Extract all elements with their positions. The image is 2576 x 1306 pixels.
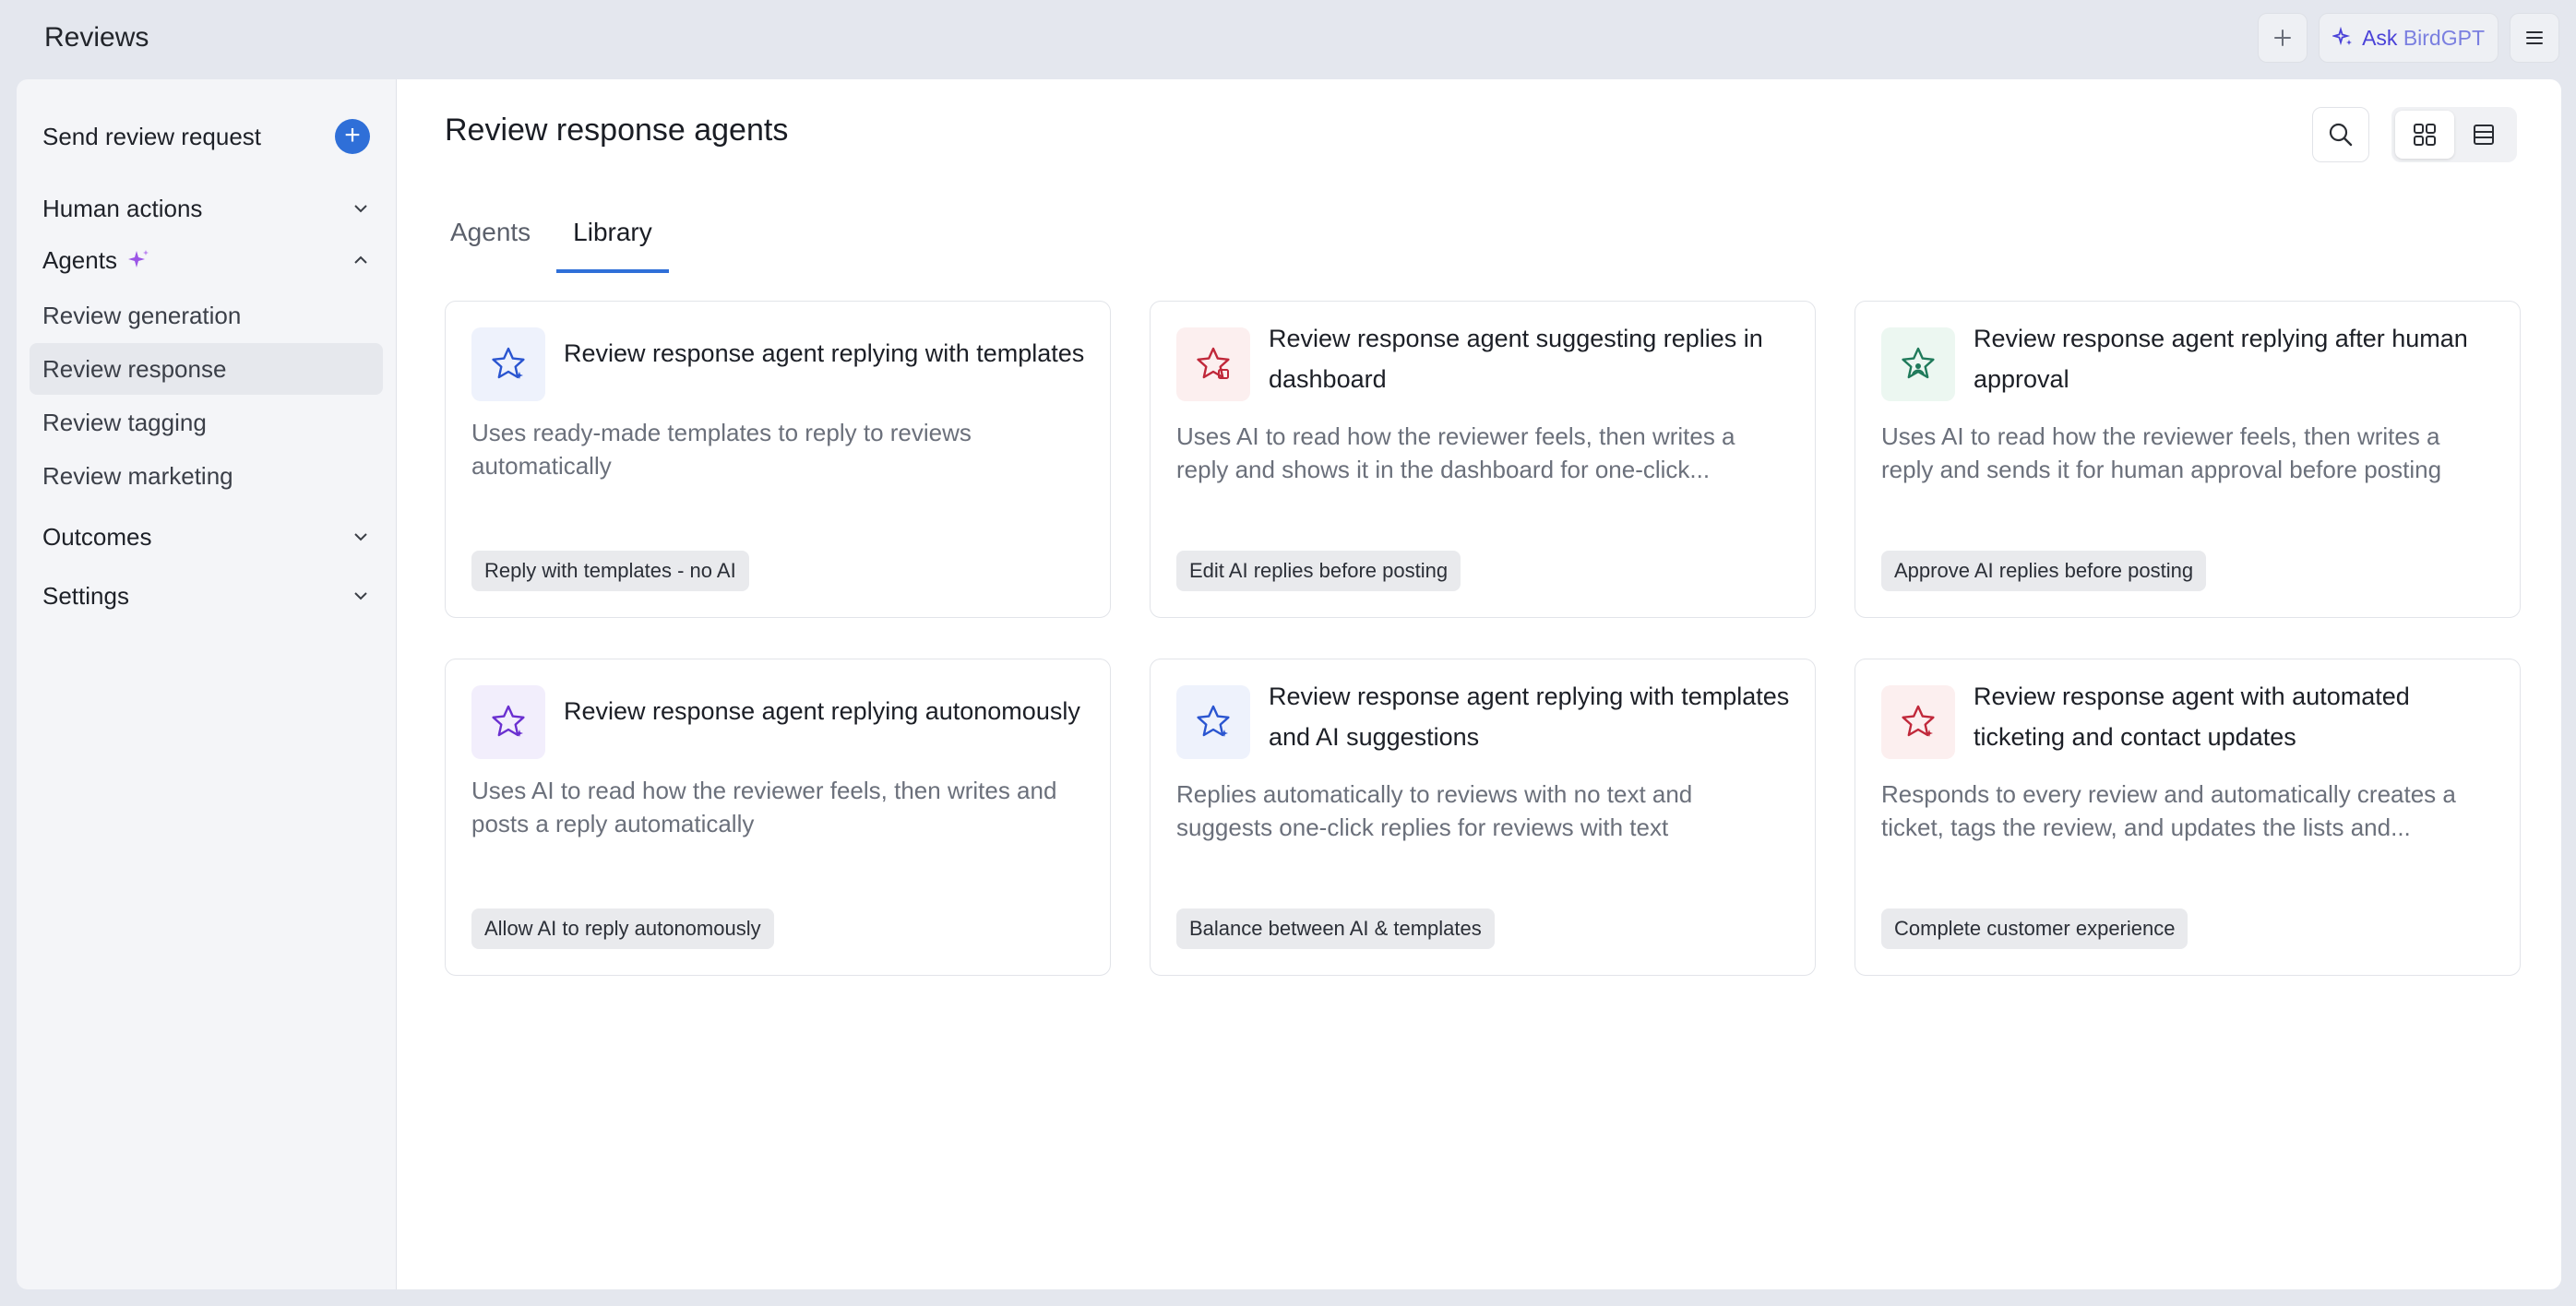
card-tag: Approve AI replies before posting	[1881, 551, 2207, 591]
chevron-down-icon	[354, 592, 367, 600]
menu-button[interactable]	[2510, 13, 2559, 63]
ask-name: BirdGPT	[2403, 25, 2485, 50]
card-tag: Complete customer experience	[1881, 908, 2188, 949]
tabs: Agents Library	[445, 218, 669, 273]
list-icon	[2474, 125, 2494, 145]
sidebar-item-outcomes[interactable]: Outcomes	[42, 513, 370, 561]
sidebar-item-review-marketing[interactable]: Review marketing	[30, 450, 383, 502]
app-title: Reviews	[44, 22, 149, 53]
tab-library[interactable]: Library	[556, 218, 669, 273]
ask-label: Ask BirdGPT	[2362, 26, 2485, 51]
top-bar: Reviews Ask BirdGPT	[0, 0, 2576, 79]
sidebar-item-settings[interactable]: Settings	[42, 572, 370, 620]
settings-label: Settings	[42, 581, 129, 610]
card-description: Responds to every review and automatical…	[1881, 780, 2456, 841]
tab-agents[interactable]: Agents	[445, 218, 536, 273]
card-title: Review response agent replying with temp…	[564, 339, 1085, 367]
star-sparkle-icon	[1881, 685, 1955, 759]
card-title: Review response agent replying with temp…	[1269, 683, 1790, 751]
sidebar-item-review-response[interactable]: Review response	[30, 343, 383, 395]
sidebar-item-agents[interactable]: Agents	[42, 236, 370, 284]
view-toggle	[2391, 107, 2517, 162]
agent-card[interactable]: Review response agent replying autonomou…	[445, 659, 1111, 976]
agent-card[interactable]: Review response agent suggesting replies…	[1150, 301, 1816, 618]
card-title: Review response agent replying autonomou…	[564, 697, 1080, 725]
star-sparkle-icon	[471, 685, 545, 759]
grid-view-button[interactable]	[2395, 111, 2454, 159]
top-actions: Ask BirdGPT	[2258, 13, 2559, 63]
ask-prefix: Ask	[2362, 25, 2403, 50]
card-title: Review response agent replying after hum…	[1974, 325, 2468, 393]
page-title: Review response agents	[445, 113, 789, 148]
search-icon	[2329, 123, 2353, 147]
sidebar-item-human-actions[interactable]: Human actions	[42, 184, 370, 232]
star-dashboard-icon	[1176, 327, 1250, 401]
grid-icon	[2414, 124, 2436, 146]
add-circle-icon[interactable]: +	[335, 119, 370, 154]
search-button[interactable]	[2312, 107, 2369, 162]
sidebar-item-review-tagging[interactable]: Review tagging	[30, 397, 383, 448]
ask-birdgpt-button[interactable]: Ask BirdGPT	[2319, 13, 2498, 63]
agent-card-grid: Review response agent replying with temp…	[445, 301, 2521, 976]
card-title: Review response agent with automated tic…	[1974, 683, 2410, 751]
sparkle-icon	[127, 250, 149, 267]
card-description: Replies automatically to reviews with no…	[1176, 780, 1693, 841]
card-tag: Reply with templates - no AI	[471, 551, 749, 591]
agent-card[interactable]: Review response agent replying after hum…	[1854, 301, 2521, 618]
agent-card[interactable]: Review response agent with automated tic…	[1854, 659, 2521, 976]
send-review-request-label: Send review request	[42, 122, 262, 150]
card-description: Uses AI to read how the reviewer feels, …	[1881, 422, 2442, 483]
star-sparkle-icon	[1176, 685, 1250, 759]
chevron-up-icon	[354, 255, 367, 264]
hamburger-icon	[2526, 31, 2543, 44]
outcomes-label: Outcomes	[42, 522, 152, 551]
sidebar-item-review-generation[interactable]: Review generation	[30, 290, 383, 341]
send-review-request[interactable]: Send review request +	[42, 113, 370, 160]
chevron-down-icon	[354, 533, 367, 541]
list-view-button[interactable]	[2454, 111, 2513, 159]
add-button[interactable]	[2258, 13, 2308, 63]
agent-card[interactable]: Review response agent replying with temp…	[1150, 659, 1816, 976]
chevron-down-icon	[354, 205, 367, 213]
human-actions-label: Human actions	[42, 194, 203, 222]
star-person-icon	[1881, 327, 1955, 401]
card-title: Review response agent suggesting replies…	[1269, 325, 1763, 393]
card-description: Uses AI to read how the reviewer feels, …	[471, 777, 1057, 837]
agent-card[interactable]: Review response agent replying with temp…	[445, 301, 1111, 618]
card-description: Uses AI to read how the reviewer feels, …	[1176, 422, 1735, 483]
card-tag: Allow AI to reply autonomously	[471, 908, 774, 949]
card-tag: Edit AI replies before posting	[1176, 551, 1461, 591]
card-description: Uses ready-made templates to reply to re…	[471, 419, 972, 480]
agents-label: Agents	[42, 246, 150, 275]
sparkle-icon	[2332, 27, 2353, 46]
plus-icon	[2274, 30, 2292, 46]
sidebar: Send review request + Human actions Agen…	[17, 79, 397, 1289]
main-panel: Review response agents Agents Library Re…	[397, 79, 2561, 1289]
agents-text: Agents	[42, 245, 117, 274]
card-tag: Balance between AI & templates	[1176, 908, 1495, 949]
star-sparkle-icon	[471, 327, 545, 401]
